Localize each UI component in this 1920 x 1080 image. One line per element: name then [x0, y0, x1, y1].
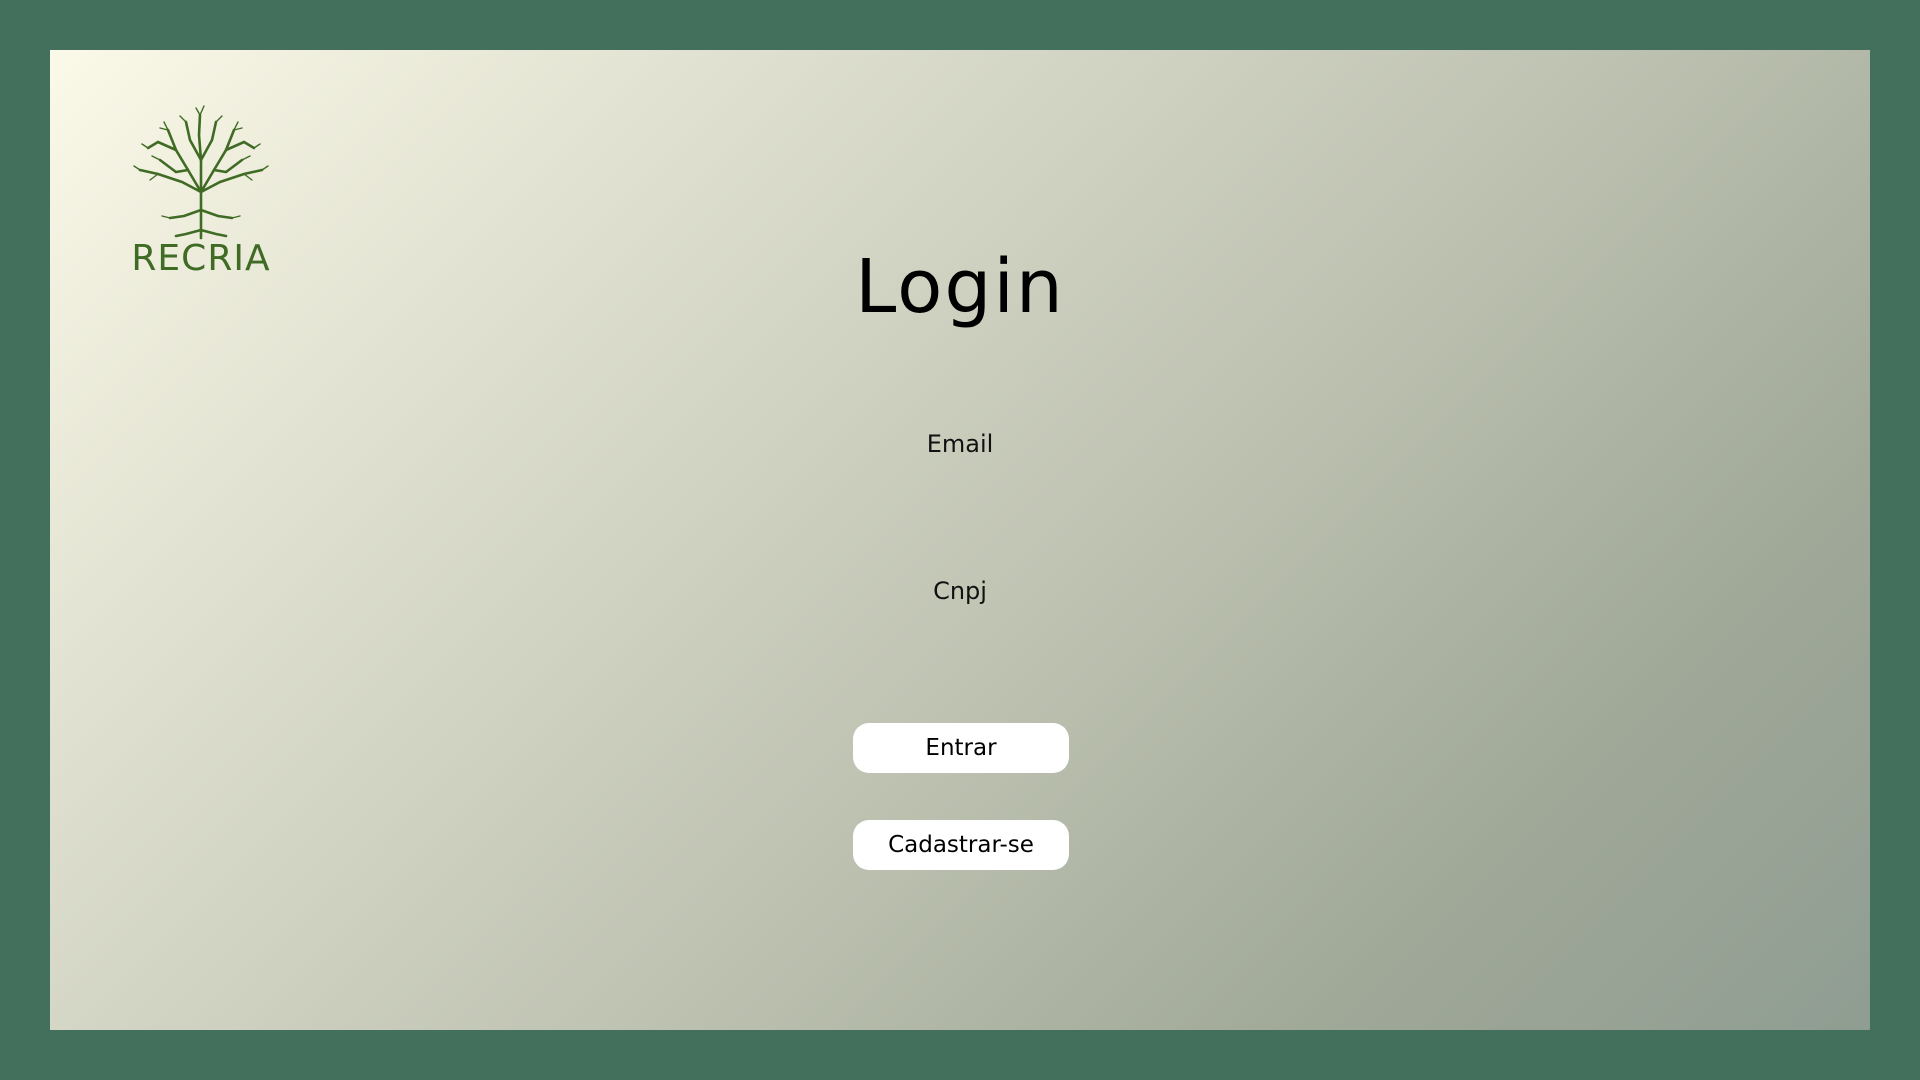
register-button[interactable]: Cadastrar-se	[853, 820, 1069, 870]
cnpj-label: Cnpj	[933, 577, 987, 605]
cnpj-field[interactable]	[860, 615, 1064, 657]
email-field[interactable]	[860, 468, 1064, 510]
page-title: Login	[855, 244, 1065, 330]
tree-icon	[133, 105, 269, 240]
email-label: Email	[926, 430, 994, 458]
login-panel: RECRIA Login Email Cnpj Entrar Cadastrar…	[50, 50, 1870, 1030]
login-button[interactable]: Entrar	[853, 723, 1069, 773]
